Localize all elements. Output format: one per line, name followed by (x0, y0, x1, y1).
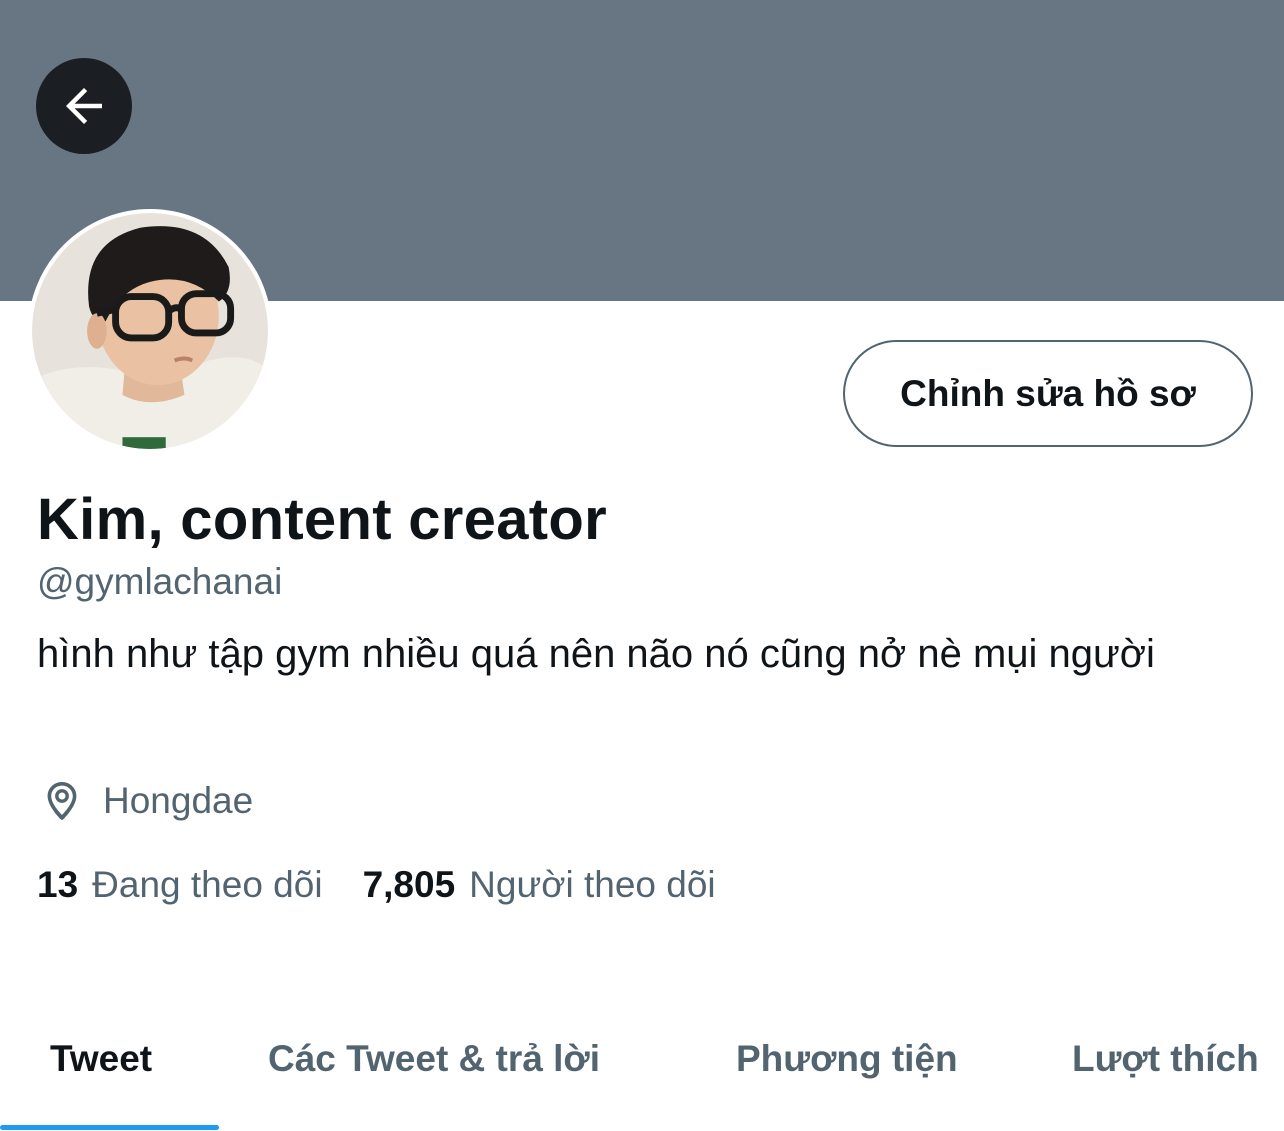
profile-bio: hình như tập gym nhiều quá nên não nó cũ… (37, 632, 1155, 676)
back-button[interactable] (36, 58, 132, 154)
user-handle: @gymlachanai (37, 561, 283, 602)
location-pin-icon (47, 782, 77, 820)
profile-tabs: Tweet Các Tweet & trả lời Phương tiện Lư… (0, 1020, 1284, 1131)
location-row: Hongdae (38, 776, 253, 826)
active-tab-indicator (0, 1125, 219, 1130)
follow-stats: 13 Đang theo dõi 7,805 Người theo dõi (37, 864, 716, 906)
following-label: Đang theo dõi (92, 864, 323, 905)
avatar[interactable] (28, 209, 272, 453)
following-link[interactable]: 13 Đang theo dõi (37, 864, 323, 906)
tab-tweet[interactable]: Tweet (50, 1038, 152, 1080)
arrow-left-icon (66, 88, 102, 124)
profile-photo (32, 213, 268, 449)
location-text: Hongdae (103, 780, 254, 821)
tab-tweets-replies[interactable]: Các Tweet & trả lời (268, 1038, 600, 1080)
tab-media[interactable]: Phương tiện (736, 1038, 958, 1080)
display-name: Kim, content creator (37, 487, 607, 552)
followers-label: Người theo dõi (469, 864, 716, 905)
edit-profile-button[interactable]: Chỉnh sửa hồ sơ (843, 340, 1253, 447)
followers-link[interactable]: 7,805 Người theo dõi (363, 864, 716, 906)
tab-likes[interactable]: Lượt thích (1072, 1038, 1259, 1080)
followers-count: 7,805 (362, 864, 456, 905)
following-count: 13 (37, 864, 79, 905)
